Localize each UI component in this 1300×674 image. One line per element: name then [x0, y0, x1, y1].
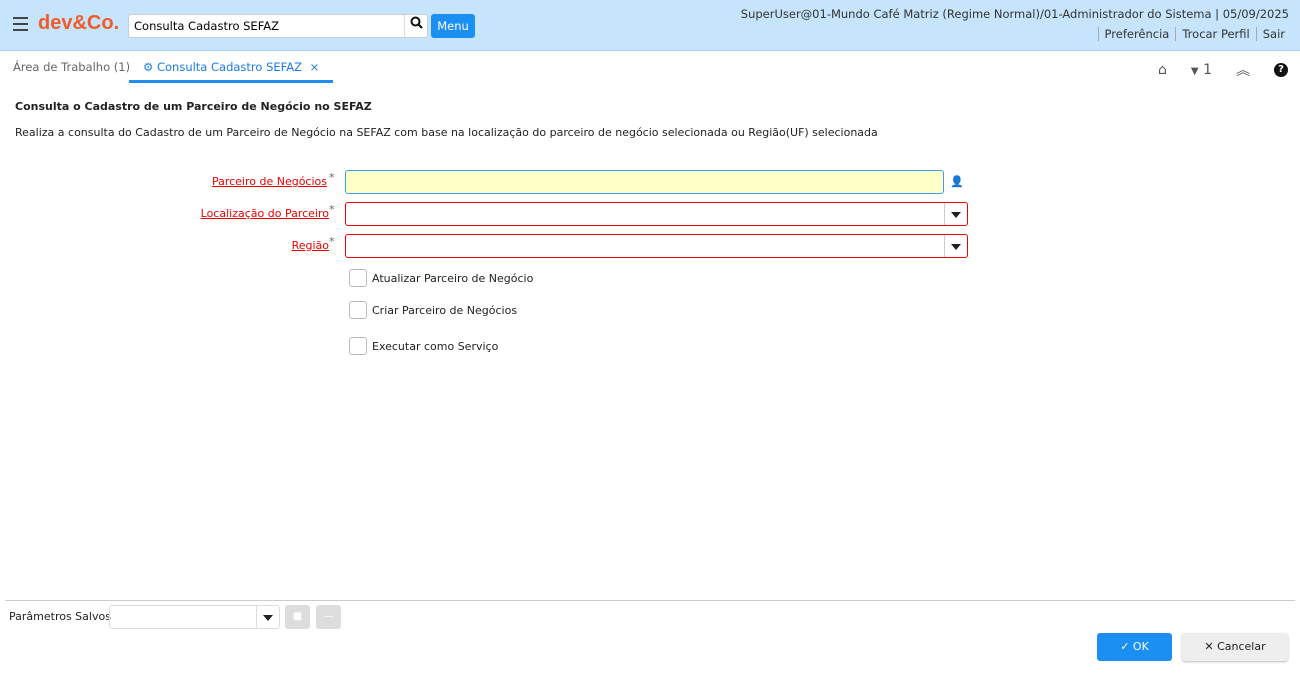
header: dev&Co. Menu SuperUser@01-Mundo Café Mat… [0, 0, 1300, 51]
save-icon: ■ [292, 611, 303, 622]
delete-params-button[interactable]: — [316, 605, 341, 629]
dropdown-button[interactable] [944, 235, 967, 257]
servico-checkbox[interactable] [349, 337, 367, 355]
close-icon: ✕ [1204, 640, 1214, 653]
header-links: Preferência Trocar Perfil Sair [1097, 27, 1291, 41]
user-icon[interactable]: 👤 [950, 175, 964, 188]
search-input[interactable] [129, 15, 399, 37]
window-count: 1 [1203, 62, 1212, 78]
ok-label: OK [1132, 640, 1149, 653]
close-icon[interactable]: × [310, 60, 320, 74]
dropdown-button[interactable] [944, 203, 967, 225]
atualizar-checkbox[interactable] [349, 269, 367, 287]
ok-button[interactable]: ✓ OK [1097, 633, 1172, 661]
label-regiao[interactable]: Região [292, 239, 329, 252]
check-icon: ✓ [1120, 640, 1130, 653]
preferences-link[interactable]: Preferência [1097, 27, 1176, 41]
cancel-label: Cancelar [1217, 640, 1266, 653]
user-info: SuperUser@01-Mundo Café Matriz (Regime N… [740, 7, 1289, 21]
dropdown-button[interactable] [256, 606, 279, 628]
tab-workspace[interactable]: Área de Trabalho (1) [13, 60, 130, 74]
saved-params-select[interactable] [109, 605, 280, 629]
tab-consulta-sefaz[interactable]: ⚙ Consulta Cadastro SEFAZ × [129, 52, 334, 83]
required-mark: * [329, 171, 335, 184]
collapse-icon[interactable]: ︽ [1236, 60, 1250, 80]
search-icon[interactable] [404, 15, 427, 37]
caret-down-icon [263, 615, 273, 621]
label-parceiro[interactable]: Parceiro de Negócios [212, 175, 327, 188]
required-mark: * [329, 235, 335, 248]
gear-icon: ⚙ [143, 60, 154, 74]
search-box [128, 14, 428, 38]
parceiro-input[interactable] [345, 170, 944, 194]
regiao-select[interactable] [345, 234, 968, 258]
tab-label: Consulta Cadastro SEFAZ [156, 60, 302, 74]
change-profile-link[interactable]: Trocar Perfil [1175, 27, 1255, 41]
label-localizacao[interactable]: Localização do Parceiro [201, 207, 329, 220]
saved-params-label: Parâmetros Salvos [9, 610, 111, 623]
required-mark: * [329, 203, 335, 216]
save-params-button[interactable]: ■ [285, 605, 310, 629]
page-title: Consulta o Cadastro de um Parceiro de Ne… [15, 100, 372, 113]
caret-down-icon [951, 212, 961, 218]
caret-down-icon: ▼ [1190, 66, 1199, 77]
divider [5, 600, 1295, 601]
logout-link[interactable]: Sair [1255, 27, 1291, 41]
logo: dev&Co. [38, 12, 120, 34]
minus-icon: — [323, 611, 334, 622]
atualizar-label: Atualizar Parceiro de Negócio [372, 272, 534, 285]
help-icon[interactable]: ? [1274, 63, 1288, 77]
servico-label: Executar como Serviço [372, 340, 499, 353]
cancel-button[interactable]: ✕ Cancelar [1182, 633, 1288, 661]
tab-bar: Área de Trabalho (1) ⚙ Consulta Cadastro… [0, 52, 1300, 83]
home-icon[interactable]: ⌂ [1158, 62, 1167, 78]
hamburger-menu-icon[interactable] [13, 17, 28, 31]
page-description: Realiza a consulta do Cadastro de um Par… [15, 126, 878, 139]
window-list-dropdown[interactable]: ▼ 1 [1191, 62, 1212, 78]
caret-down-icon [951, 244, 961, 250]
criar-label: Criar Parceiro de Negócios [372, 304, 518, 317]
toolbar-icons: ⌂ ▼ 1 ︽ ? [1146, 60, 1300, 80]
localizacao-select[interactable] [345, 202, 968, 226]
menu-button[interactable]: Menu [431, 14, 475, 38]
criar-checkbox[interactable] [349, 301, 367, 319]
